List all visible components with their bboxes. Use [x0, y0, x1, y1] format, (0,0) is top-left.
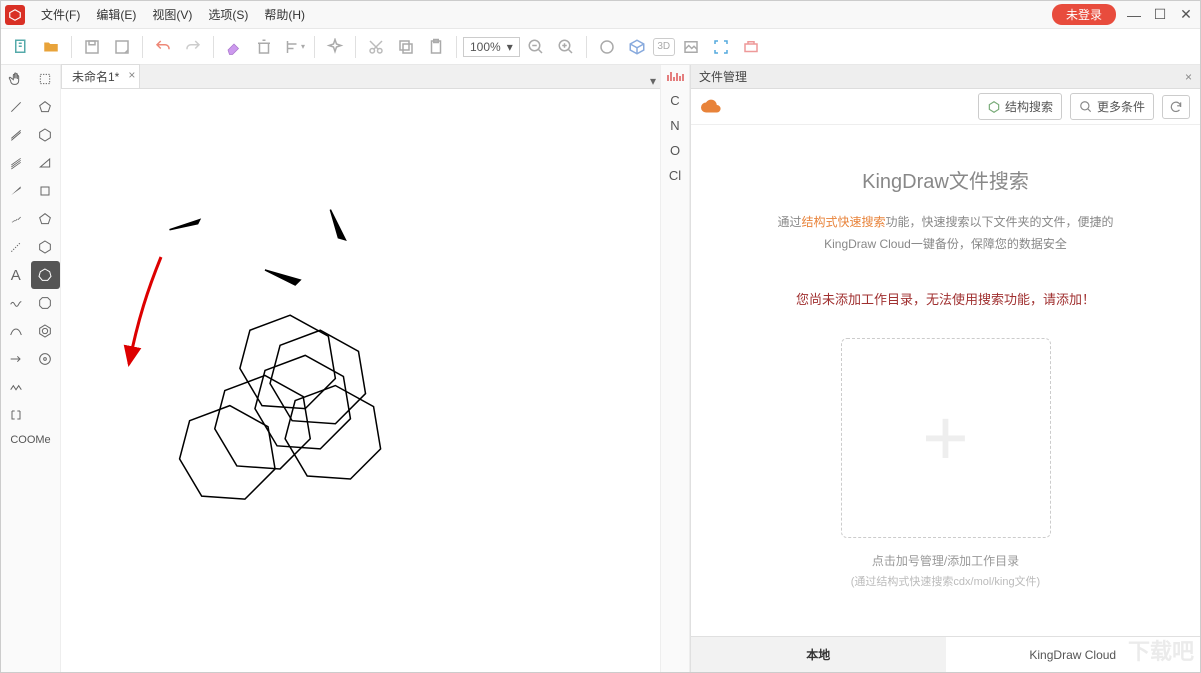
- clean-button[interactable]: [321, 33, 349, 61]
- tab-label: 未命名1*: [72, 70, 119, 84]
- file-manager-panel: 文件管理 × 结构搜索 更多条件 KingDraw文件搜索 通过结构式快速搜索功…: [690, 65, 1200, 672]
- minimize-button[interactable]: —: [1124, 7, 1144, 23]
- zoom-select[interactable]: 100%▾: [463, 37, 520, 57]
- align-button[interactable]: ▾: [280, 33, 308, 61]
- ring-button[interactable]: [593, 33, 621, 61]
- hexagon-tool[interactable]: [31, 121, 61, 149]
- triple-line-tool[interactable]: [1, 149, 31, 177]
- element-cl[interactable]: Cl: [669, 168, 681, 183]
- document-tab[interactable]: 未命名1* ×: [61, 64, 140, 88]
- marquee-tool[interactable]: [31, 65, 61, 93]
- cut-button[interactable]: [362, 33, 390, 61]
- add-directory-box[interactable]: +: [841, 338, 1051, 538]
- drawing-canvas[interactable]: [61, 89, 660, 672]
- menu-view[interactable]: 视图(V): [144, 2, 200, 27]
- open-file-button[interactable]: [37, 33, 65, 61]
- zoom-out-button[interactable]: [522, 33, 550, 61]
- element-o[interactable]: O: [670, 143, 680, 158]
- redo-button[interactable]: [179, 33, 207, 61]
- menu-help[interactable]: 帮助(H): [256, 2, 313, 27]
- blank2-tool[interactable]: [31, 401, 61, 429]
- double-line-tool[interactable]: [1, 121, 31, 149]
- close-button[interactable]: ✕: [1176, 6, 1196, 23]
- pentagon2-tool[interactable]: [31, 205, 61, 233]
- cloud-icon[interactable]: [701, 97, 721, 116]
- more-filters-button[interactable]: 更多条件: [1070, 93, 1154, 120]
- scan-button[interactable]: [707, 33, 735, 61]
- chain-tool[interactable]: [1, 373, 31, 401]
- empty-description: 通过结构式快速搜索功能，快速搜索以下文件夹的文件，便捷的 KingDraw Cl…: [777, 212, 1113, 255]
- login-button[interactable]: 未登录: [1052, 4, 1116, 25]
- hand-tool[interactable]: [1, 65, 31, 93]
- empty-hint-sub: (通过结构式快速搜索cdx/mol/king文件): [851, 573, 1040, 589]
- canvas-drawing: [61, 89, 660, 672]
- eraser-button[interactable]: [220, 33, 248, 61]
- name-button[interactable]: [737, 33, 765, 61]
- save-as-button[interactable]: [108, 33, 136, 61]
- tab-cloud[interactable]: KingDraw Cloud: [946, 637, 1201, 672]
- panel-title: 文件管理: [699, 68, 747, 85]
- copy-button[interactable]: [392, 33, 420, 61]
- app-logo: [5, 5, 25, 25]
- menu-bar: 文件(F) 编辑(E) 视图(V) 选项(S) 帮助(H): [33, 2, 313, 27]
- new-file-button[interactable]: [7, 33, 35, 61]
- paste-button[interactable]: [422, 33, 450, 61]
- image-button[interactable]: [677, 33, 705, 61]
- element-n[interactable]: N: [670, 118, 679, 133]
- pan*-bodyty-state: KingDraw文件搜索 通过结构式快速搜索功能，快速搜索以下文件夹的文件，便捷…: [691, 125, 1200, 636]
- arrow-tool[interactable]: [1, 345, 31, 373]
- curve-tool[interactable]: [1, 317, 31, 345]
- element-strip: C N O Cl: [660, 65, 690, 672]
- main-toolbar: ▾ 100%▾ 3D: [1, 29, 1200, 65]
- refresh-button[interactable]: [1162, 95, 1190, 119]
- text-tool[interactable]: A: [1, 261, 31, 289]
- empty-hint: 点击加号管理/添加工作目录: [872, 552, 1019, 569]
- panel-header: 文件管理 ×: [691, 65, 1200, 89]
- zoom-in-button[interactable]: [552, 33, 580, 61]
- benzene-tool[interactable]: [31, 317, 61, 345]
- heptagon-tool[interactable]: [31, 261, 61, 289]
- spectrum-icon[interactable]: [666, 69, 684, 83]
- structure-search-button[interactable]: 结构搜索: [978, 93, 1062, 120]
- menu-file[interactable]: 文件(F): [33, 2, 88, 27]
- element-c[interactable]: C: [670, 93, 679, 108]
- empty-warning: 您尚未添加工作目录，无法使用搜索功能，请添加！: [796, 289, 1095, 308]
- wave-tool[interactable]: [1, 289, 31, 317]
- octagon-tool[interactable]: [31, 289, 61, 317]
- blank-tool[interactable]: [31, 373, 61, 401]
- tab-local[interactable]: 本地: [691, 637, 946, 672]
- panel-tabs: 本地 KingDraw Cloud: [691, 636, 1200, 672]
- wedge-tool[interactable]: [1, 177, 31, 205]
- save-button[interactable]: [78, 33, 106, 61]
- pentagon-tool[interactable]: [31, 93, 61, 121]
- titlebar: 文件(F) 编辑(E) 视图(V) 选项(S) 帮助(H) 未登录 — ☐ ✕: [1, 1, 1200, 29]
- maximize-button[interactable]: ☐: [1150, 6, 1170, 23]
- canvas-area: 未命名1* × ▾: [61, 65, 660, 672]
- cube-button[interactable]: [623, 33, 651, 61]
- panel-close-icon[interactable]: ×: [1185, 70, 1192, 84]
- delete-button[interactable]: [250, 33, 278, 61]
- square-tool[interactable]: [31, 177, 61, 205]
- plus-icon: +: [922, 398, 969, 478]
- coome-label[interactable]: COOMe: [1, 429, 60, 451]
- hexagon2-tool[interactable]: [31, 233, 61, 261]
- tab-dropdown-icon[interactable]: ▾: [650, 74, 656, 88]
- document-tabbar: 未命名1* × ▾: [61, 65, 660, 89]
- empty-title: KingDraw文件搜索: [862, 165, 1029, 194]
- dash-line-tool[interactable]: [1, 233, 31, 261]
- hash-wedge-tool[interactable]: [1, 205, 31, 233]
- triangle-tool[interactable]: [31, 149, 61, 177]
- menu-edit[interactable]: 编辑(E): [88, 2, 144, 27]
- tool-palette: A COOMe: [1, 65, 61, 672]
- line-tool[interactable]: [1, 93, 31, 121]
- 3d-button[interactable]: 3D: [653, 38, 675, 56]
- panel-toolbar: 结构搜索 更多条件: [691, 89, 1200, 125]
- tab-close-icon[interactable]: ×: [128, 68, 135, 82]
- menu-options[interactable]: 选项(S): [200, 2, 256, 27]
- target-tool[interactable]: [31, 345, 61, 373]
- undo-button[interactable]: [149, 33, 177, 61]
- bracket-tool[interactable]: [1, 401, 31, 429]
